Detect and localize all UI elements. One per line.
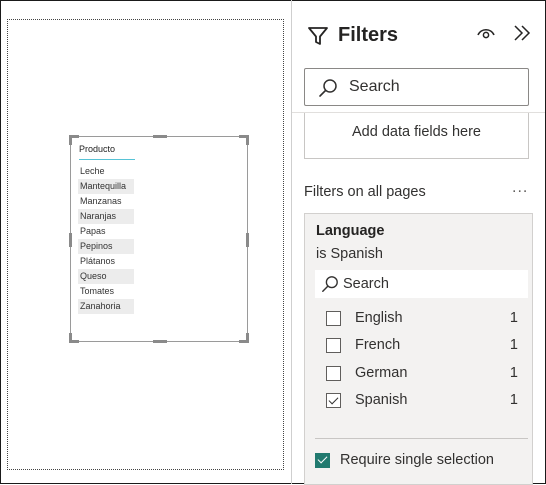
table-row[interactable]: Manzanas (78, 194, 134, 209)
option-label: French (355, 337, 401, 353)
filter-card-divider (315, 438, 528, 439)
table-row[interactable]: Leche (78, 164, 134, 179)
filters-pane: Filters Search Add data fields here Filt… (292, 0, 545, 485)
option-label: Spanish (355, 392, 408, 408)
require-single-selection-toggle[interactable]: Require single selection (315, 451, 528, 471)
option-label: English (355, 310, 403, 326)
resize-handle-top-left-v[interactable] (69, 135, 72, 145)
option-checkbox[interactable] (326, 338, 341, 353)
filter-card-language[interactable]: Language is Spanish Search English 1 Fre… (304, 213, 533, 485)
table-row[interactable]: Pepinos (78, 239, 134, 254)
resize-handle-right[interactable] (246, 233, 249, 247)
option-count: 1 (509, 365, 518, 381)
search-icon (322, 276, 338, 292)
resize-handle-bottom-right-v[interactable] (246, 333, 249, 343)
pane-search-placeholder: Search (349, 78, 400, 95)
filter-option-german[interactable]: German 1 (305, 361, 534, 387)
filter-card-search-input[interactable]: Search (315, 270, 528, 298)
option-label: German (355, 365, 408, 381)
option-checkbox[interactable] (326, 311, 341, 326)
report-canvas[interactable]: Producto Leche Mantequilla Manzanas Nara… (7, 19, 284, 470)
section-label: Filters on all pages (304, 184, 426, 200)
resize-handle-top[interactable] (153, 135, 167, 138)
filter-card-title[interactable]: Language (316, 223, 384, 239)
add-data-fields-dropzone[interactable]: Add data fields here (304, 113, 529, 159)
filter-card-search-placeholder: Search (343, 276, 389, 292)
require-single-selection-label: Require single selection (340, 452, 494, 468)
filter-option-english[interactable]: English 1 (305, 306, 534, 332)
table-row[interactable]: Tomates (78, 284, 134, 299)
filter-option-spanish[interactable]: Spanish 1 (305, 388, 534, 414)
search-icon (319, 79, 337, 97)
table-row[interactable]: Papas (78, 224, 134, 239)
option-checkbox-checked[interactable] (326, 393, 341, 408)
table-row[interactable]: Naranjas (78, 209, 134, 224)
table-row[interactable]: Zanahoria (78, 299, 134, 314)
table-body: Leche Mantequilla Manzanas Naranjas Papa… (78, 164, 134, 314)
eye-icon[interactable] (476, 24, 496, 42)
option-checkbox[interactable] (326, 366, 341, 381)
filter-funnel-icon (308, 27, 328, 45)
resize-handle-bottom-left-v[interactable] (69, 333, 72, 343)
more-options-icon[interactable]: ... (512, 179, 528, 197)
resize-handle-left[interactable] (69, 233, 72, 247)
table-column-header[interactable]: Producto (79, 144, 135, 160)
option-count: 1 (509, 392, 518, 408)
filters-scroll-area[interactable]: Add data fields here Filters on all page… (292, 112, 545, 485)
table-row[interactable]: Queso (78, 269, 134, 284)
pane-title: Filters (338, 24, 399, 46)
option-count: 1 (509, 337, 518, 353)
table-visual[interactable]: Producto Leche Mantequilla Manzanas Nara… (69, 135, 249, 343)
resize-handle-bottom[interactable] (153, 340, 167, 343)
resize-handle-top-right-v[interactable] (246, 135, 249, 145)
filter-card-summary: is Spanish (316, 246, 383, 262)
table-row[interactable]: Mantequilla (78, 179, 134, 194)
require-single-selection-checkbox[interactable] (315, 453, 330, 468)
double-chevron-right-icon[interactable] (512, 24, 532, 42)
filter-option-french[interactable]: French 1 (305, 333, 534, 359)
table-row[interactable]: Plátanos (78, 254, 134, 269)
option-count: 1 (509, 310, 518, 326)
pane-search-input[interactable]: Search (304, 68, 529, 106)
